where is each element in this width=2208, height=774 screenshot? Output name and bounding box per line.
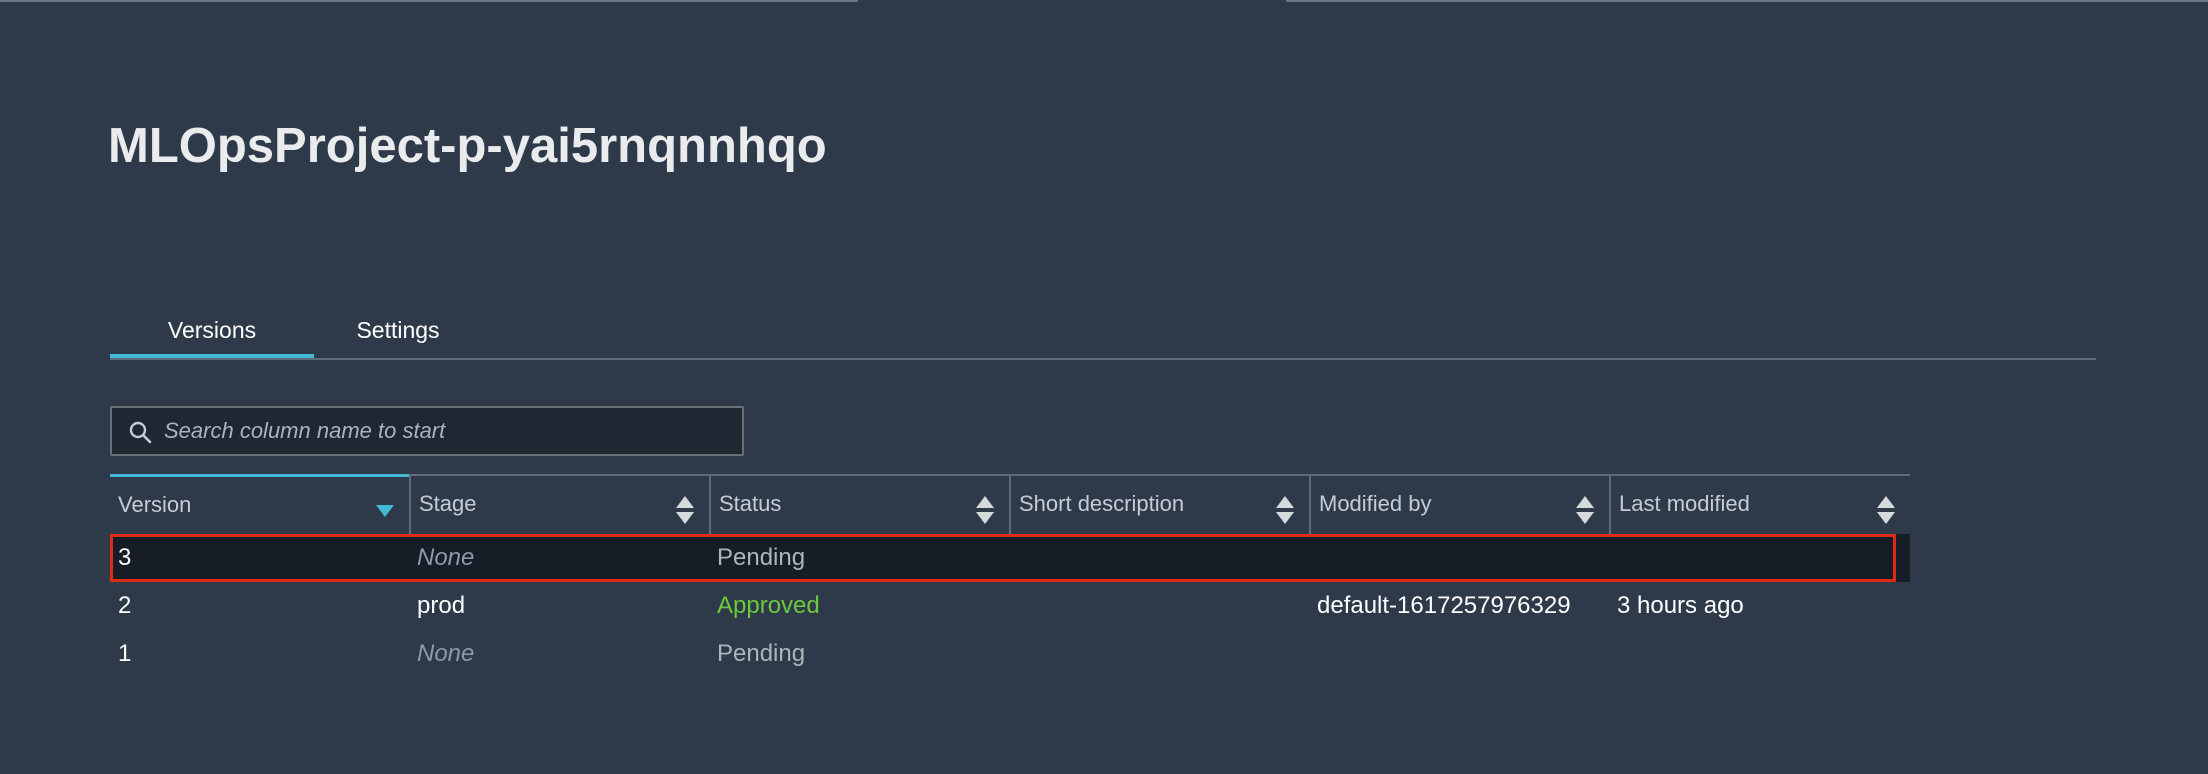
column-header-label: Stage: [419, 491, 477, 516]
top-divider-right: [1286, 0, 2208, 2]
tab-settings[interactable]: Settings: [338, 310, 458, 356]
column-header-label: Status: [719, 491, 782, 516]
search-icon: [128, 420, 152, 444]
cell-modified-by: default-1617257976329: [1317, 592, 1571, 619]
cell-version: 1: [118, 640, 132, 667]
column-header-version[interactable]: Version: [110, 474, 409, 532]
column-header-status[interactable]: Status: [709, 476, 1009, 534]
cell-version: 2: [118, 592, 132, 619]
cell-status: Pending: [717, 544, 806, 571]
sort-icon: [1876, 490, 1896, 524]
cell-short-description: [1009, 630, 1309, 678]
table-row[interactable]: 3 None Pending: [110, 534, 1910, 582]
tab-bar: Versions Settings: [110, 310, 2096, 360]
column-header-label: Version: [118, 492, 192, 517]
versions-table: Version Stage Status Short description M…: [110, 474, 1910, 678]
column-header-label: Modified by: [1319, 491, 1432, 516]
cell-short-description: [1009, 534, 1309, 582]
column-header-last-modified[interactable]: Last modified: [1609, 476, 1910, 534]
tab-versions[interactable]: Versions: [110, 310, 314, 358]
cell-stage: prod: [417, 592, 466, 619]
cell-last-modified: 3 hours ago: [1617, 592, 1744, 619]
sort-icon: [1575, 490, 1595, 524]
column-header-stage[interactable]: Stage: [409, 476, 709, 534]
cell-modified-by: [1309, 534, 1609, 582]
page-title: MLOpsProject-p-yai5rnqnnhqo: [108, 119, 827, 173]
cell-short-description: [1009, 582, 1309, 630]
table-row[interactable]: 2 prod Approved default-1617257976329 3 …: [110, 582, 1910, 630]
column-header-modified-by[interactable]: Modified by: [1309, 476, 1609, 534]
table-body: 3 None Pending 2 prod Approved default-1…: [110, 534, 1910, 678]
top-divider-left: [0, 0, 858, 2]
search-box: [110, 406, 744, 456]
cell-modified-by: [1309, 630, 1609, 678]
column-header-label: Last modified: [1619, 491, 1750, 516]
table-header: Version Stage Status Short description M…: [110, 474, 1910, 534]
cell-version: 3: [118, 544, 132, 571]
sort-descending-icon: [375, 491, 395, 521]
sort-icon: [975, 490, 995, 524]
column-header-short-description[interactable]: Short description: [1009, 476, 1309, 534]
cell-stage: None: [417, 640, 475, 667]
search-input[interactable]: [164, 408, 734, 454]
sort-icon: [675, 490, 695, 524]
table-row[interactable]: 1 None Pending: [110, 630, 1910, 678]
cell-status: Approved: [717, 592, 820, 619]
cell-last-modified: [1609, 630, 1909, 678]
sort-icon: [1275, 490, 1295, 524]
cell-last-modified: [1609, 534, 1909, 582]
cell-stage: None: [417, 544, 475, 571]
cell-status: Pending: [717, 640, 806, 667]
column-header-label: Short description: [1019, 491, 1185, 516]
